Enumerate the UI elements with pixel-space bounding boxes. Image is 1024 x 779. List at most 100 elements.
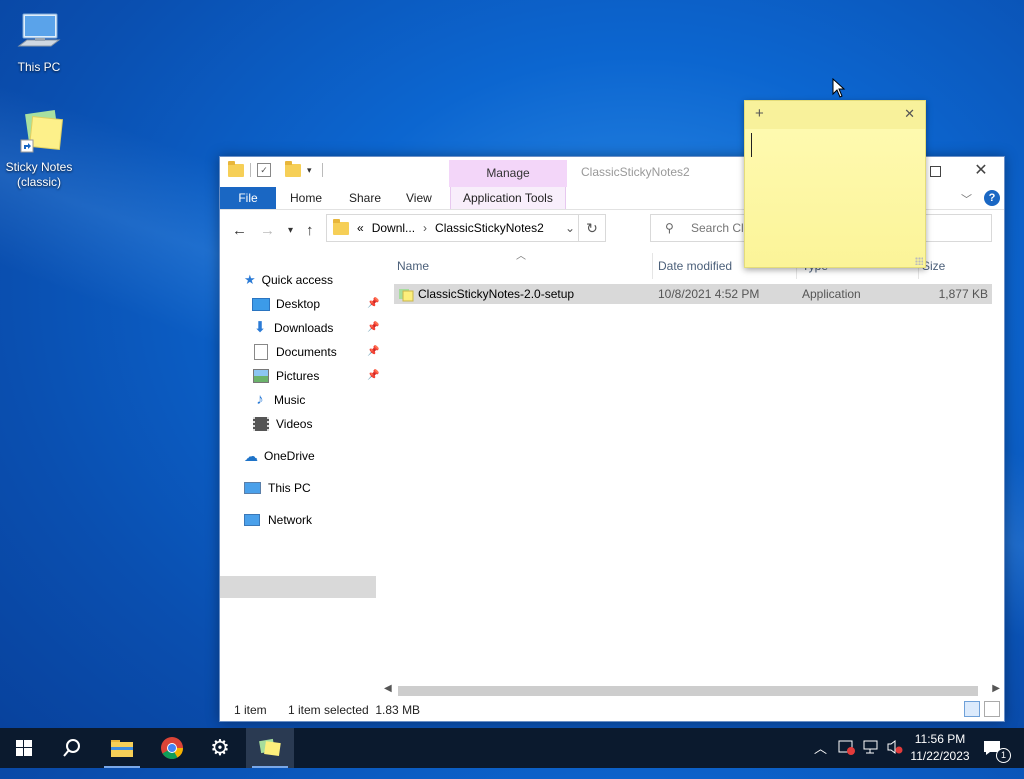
large-icons-view-icon[interactable] xyxy=(984,701,1000,717)
view-switcher xyxy=(964,701,1000,717)
column-header-date[interactable]: Date modified xyxy=(658,253,732,279)
taskbar: ⚙ ︿ 11:56 PM 11/22/2023 1 xyxy=(0,728,1024,768)
nav-desktop[interactable]: Desktop 📌 xyxy=(252,293,392,315)
new-folder-icon[interactable] xyxy=(285,160,301,177)
sticky-notes-icon xyxy=(15,110,64,158)
tab-share[interactable]: Share xyxy=(349,187,381,209)
search-icon: ⚲ xyxy=(665,221,674,235)
desktop-icon-sticky-notes[interactable]: Sticky Notes (classic) xyxy=(1,110,77,190)
tab-manage[interactable]: Manage xyxy=(449,160,567,187)
document-icon xyxy=(254,344,268,360)
sticky-note[interactable]: + ✕ xyxy=(744,100,926,268)
back-arrow-icon[interactable]: ← xyxy=(232,222,247,239)
item-count: 1 item xyxy=(234,703,267,717)
desktop-icon-label: Sticky Notes (classic) xyxy=(5,160,73,189)
tab-home[interactable]: Home xyxy=(290,187,322,209)
address-dropdown-icon[interactable]: ⌄ xyxy=(565,221,575,235)
horizontal-scrollbar[interactable]: ◀ ▶ xyxy=(382,683,1002,697)
pin-icon[interactable]: 📌 xyxy=(367,293,379,315)
nav-selection-highlight xyxy=(220,576,376,598)
nav-videos[interactable]: Videos xyxy=(252,413,312,435)
scroll-right-arrow-icon[interactable]: ▶ xyxy=(992,683,1000,694)
nav-documents[interactable]: Documents 📌 xyxy=(252,341,392,363)
folder-icon xyxy=(228,160,244,177)
taskbar-settings[interactable]: ⚙ xyxy=(196,728,244,768)
close-note-icon[interactable]: ✕ xyxy=(904,106,915,122)
window-title: ClassicStickyNotes2 xyxy=(581,165,690,179)
desktop-icon-label: This PC xyxy=(17,60,61,74)
nav-this-pc[interactable]: This PC xyxy=(244,477,311,499)
nav-network[interactable]: Network xyxy=(244,509,312,531)
qat-dropdown-icon[interactable]: ▾ xyxy=(307,165,312,176)
help-icon[interactable]: ? xyxy=(984,190,1000,206)
nav-downloads[interactable]: ⬇ Downloads 📌 xyxy=(252,317,392,339)
search-icon xyxy=(63,739,80,757)
new-note-plus-icon[interactable]: + xyxy=(755,105,764,122)
forward-arrow-icon[interactable]: → xyxy=(260,222,275,239)
sticky-note-header[interactable]: + ✕ xyxy=(745,101,925,129)
security-alert-icon[interactable] xyxy=(838,739,856,779)
taskbar-chrome[interactable] xyxy=(148,728,196,768)
chrome-icon xyxy=(161,737,183,759)
computer-icon xyxy=(244,482,261,494)
properties-icon[interactable]: ✓ xyxy=(257,163,271,177)
nav-onedrive[interactable]: ☁ OneDrive xyxy=(244,445,315,467)
tab-application-tools[interactable]: Application Tools xyxy=(450,187,566,209)
tab-file[interactable]: File xyxy=(220,187,276,209)
desktop-icon-this-pc[interactable]: This PC xyxy=(1,10,77,75)
nav-quick-access[interactable]: ★ Quick access xyxy=(244,269,333,291)
selection-info: 1 item selected 1.83 MB xyxy=(288,703,421,717)
pin-icon[interactable]: 📌 xyxy=(367,365,379,387)
close-icon: ✕ xyxy=(974,162,988,179)
tab-view[interactable]: View xyxy=(406,187,432,209)
film-strip-icon xyxy=(253,417,269,431)
show-hidden-icons-chevron-icon[interactable]: ︿ xyxy=(814,738,827,778)
navigation-pane: ★ Quick access Desktop 📌 ⬇ Downloads 📌 D… xyxy=(220,255,379,685)
sticky-note-text[interactable] xyxy=(751,133,917,253)
file-row[interactable]: ClassicStickyNotes-2.0-setup 10/8/2021 4… xyxy=(394,284,992,304)
maximize-icon xyxy=(929,166,941,177)
file-explorer-icon xyxy=(111,740,133,757)
scrollbar-thumb[interactable] xyxy=(398,686,978,696)
search-button[interactable] xyxy=(48,728,96,768)
desktop-icon xyxy=(252,297,270,311)
file-type: Application xyxy=(802,287,861,301)
download-arrow-icon: ⬇ xyxy=(253,319,267,336)
pin-icon[interactable]: 📌 xyxy=(367,341,379,363)
scroll-left-arrow-icon[interactable]: ◀ xyxy=(384,683,392,694)
nav-music[interactable]: ♪ Music xyxy=(252,389,305,411)
close-button[interactable]: ✕ xyxy=(958,157,1004,187)
details-view-icon[interactable] xyxy=(964,701,980,717)
file-name: ClassicStickyNotes-2.0-setup xyxy=(418,287,575,301)
clock-time: 11:56 PM xyxy=(914,732,966,746)
nav-pictures[interactable]: Pictures 📌 xyxy=(252,365,392,387)
column-header-name[interactable]: Name xyxy=(397,253,429,279)
quick-access-toolbar: ✓ ▾ xyxy=(228,160,323,177)
clock-date: 11/22/2023 xyxy=(910,749,970,763)
breadcrumb-current[interactable]: ClassicStickyNotes2 xyxy=(435,221,544,235)
breadcrumb-downloads[interactable]: Downl... xyxy=(372,221,415,235)
network-status-icon[interactable] xyxy=(862,739,880,779)
recent-locations-chevron-icon[interactable]: ▾ xyxy=(288,225,293,236)
windows-logo-icon xyxy=(16,740,32,756)
taskbar-file-explorer[interactable] xyxy=(98,728,146,768)
taskbar-sticky-notes[interactable] xyxy=(246,728,294,768)
refresh-icon[interactable]: ↻ xyxy=(578,215,605,241)
cloud-icon: ☁ xyxy=(244,448,258,464)
address-overflow[interactable]: « xyxy=(357,221,364,235)
mouse-cursor-icon xyxy=(832,77,846,101)
text-caret xyxy=(751,133,752,157)
up-arrow-icon[interactable]: ↑ xyxy=(306,222,314,239)
computer-icon xyxy=(15,10,63,58)
action-center-button[interactable]: 1 xyxy=(982,738,1011,778)
system-clock[interactable]: 11:56 PM 11/22/2023 xyxy=(900,731,980,765)
ribbon-expand-chevron-icon[interactable]: ﹀ xyxy=(961,191,972,207)
file-list: ︿ Name Date modified Type Size ClassicSt… xyxy=(390,251,996,683)
address-bar[interactable]: « Downl... › ClassicStickyNotes2 ⌄ ↻ xyxy=(326,214,606,242)
start-button[interactable] xyxy=(0,728,48,768)
file-size: 1,877 KB xyxy=(938,287,988,301)
resize-grip-icon[interactable] xyxy=(915,257,923,265)
star-icon: ★ xyxy=(244,272,256,287)
notification-count-badge: 1 xyxy=(996,748,1011,763)
pin-icon[interactable]: 📌 xyxy=(367,317,379,339)
